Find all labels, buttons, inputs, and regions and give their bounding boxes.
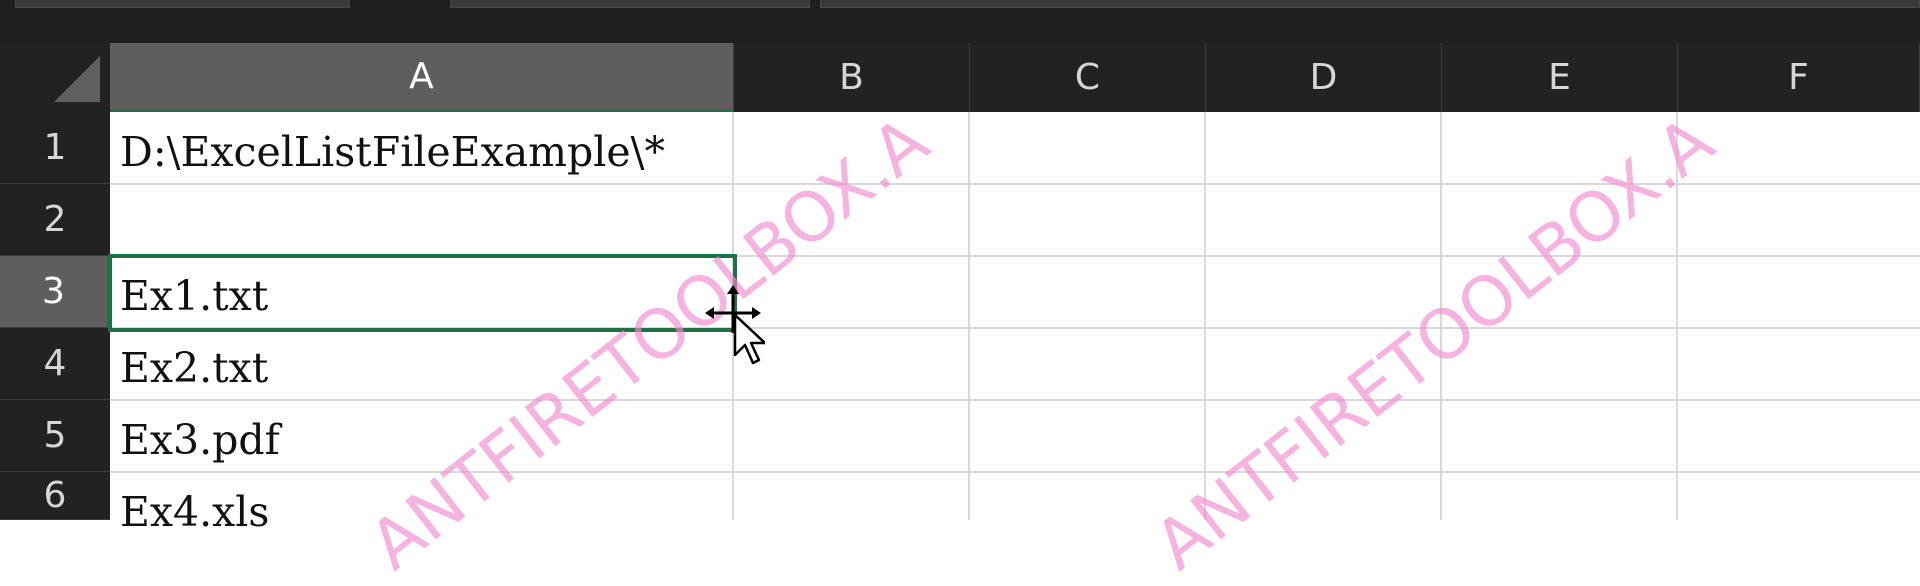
row-header-6[interactable]: 6: [0, 472, 110, 520]
row-header-4[interactable]: 4: [0, 328, 110, 400]
column-header-f[interactable]: F: [1678, 43, 1920, 112]
column-header-a[interactable]: A: [110, 43, 734, 112]
column-header-b[interactable]: B: [734, 43, 970, 112]
gridline: [110, 471, 1920, 473]
column-header-c[interactable]: C: [970, 43, 1206, 112]
move-cursor-icon: [705, 285, 765, 365]
gridline: [1676, 112, 1678, 520]
formula-controls[interactable]: [450, 0, 810, 8]
cell-a1[interactable]: D:\ExcelListFileExample\*: [120, 117, 665, 187]
column-header-e[interactable]: E: [1442, 43, 1678, 112]
top-toolbar: [0, 0, 1920, 43]
active-cell-selection[interactable]: [108, 254, 737, 332]
column-header-d[interactable]: D: [1206, 43, 1442, 112]
gridline: [110, 399, 1920, 401]
formula-bar[interactable]: [820, 0, 1920, 8]
cell-a4[interactable]: Ex2.txt: [120, 333, 268, 403]
select-all-button[interactable]: [0, 43, 110, 112]
gridline: [968, 112, 970, 520]
row-header-2[interactable]: 2: [0, 184, 110, 256]
cell-a6[interactable]: Ex4.xls: [120, 477, 269, 547]
row-header-3[interactable]: 3: [0, 256, 110, 328]
select-all-triangle-icon: [54, 56, 100, 102]
row-header-1[interactable]: 1: [0, 112, 110, 184]
name-box[interactable]: [15, 0, 350, 8]
cell-a5[interactable]: Ex3.pdf: [120, 405, 280, 475]
gridline: [1204, 112, 1206, 520]
gridline: [1440, 112, 1442, 520]
row-header-5[interactable]: 5: [0, 400, 110, 472]
